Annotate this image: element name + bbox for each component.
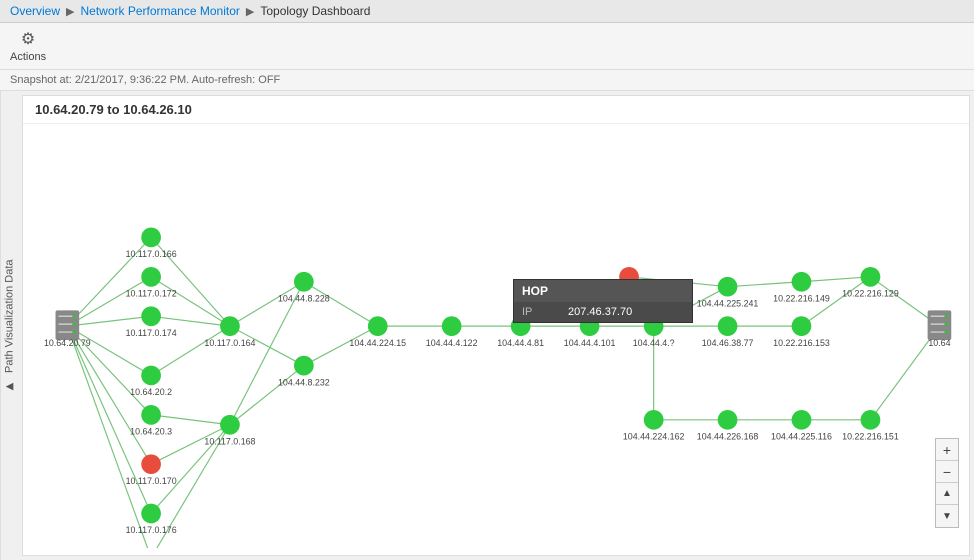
zoom-in-button[interactable]: +: [936, 439, 958, 461]
svg-text:104.44.224.162: 104.44.224.162: [623, 432, 685, 442]
node-n24[interactable]: 10.22.216.153: [773, 316, 830, 348]
breadcrumb-sep-1: ▶: [66, 5, 74, 18]
collapse-arrow[interactable]: ▶: [6, 381, 14, 392]
actions-button[interactable]: ⚙ Actions: [10, 29, 46, 63]
svg-text:104.44.225.241: 104.44.225.241: [697, 298, 759, 308]
svg-text:10.64.20.2: 10.64.20.2: [130, 387, 172, 397]
svg-text:104.44.225.116: 104.44.225.116: [771, 432, 832, 442]
node-n12[interactable]: 104.44.8.232: [278, 356, 330, 388]
breadcrumb-sep-2: ▶: [246, 5, 254, 18]
pan-up-button[interactable]: ▲: [936, 483, 958, 505]
snapshot-text: Snapshot at: 2/21/2017, 9:36:22 PM. Auto…: [10, 74, 280, 86]
node-n23[interactable]: 10.22.216.149: [773, 272, 830, 304]
svg-text:10.22.216.129: 10.22.216.129: [842, 289, 899, 299]
node-n21[interactable]: 104.46.38.77: [702, 316, 754, 348]
pan-down-button[interactable]: ▼: [936, 505, 958, 527]
node-n11[interactable]: 104.44.8.228: [278, 272, 330, 304]
svg-text:10.117.0.164: 10.117.0.164: [204, 338, 255, 348]
svg-text:10.64.20.79: 10.64.20.79: [44, 338, 91, 348]
node-n14[interactable]: 104.44.4.122: [426, 316, 478, 348]
node-n9[interactable]: 10.117.0.164: [204, 316, 255, 348]
node-n5[interactable]: 10.64.20.3: [130, 405, 172, 437]
side-panel-label[interactable]: ▶ Path Visualization Data: [0, 91, 18, 560]
actions-icon: ⚙: [21, 29, 35, 49]
hop-tooltip-ip-value: 207.46.37.70: [568, 306, 632, 318]
node-n20[interactable]: 104.44.225.241: [697, 277, 759, 309]
actions-label: Actions: [10, 51, 46, 63]
breadcrumb-topology: Topology Dashboard: [260, 4, 370, 18]
node-n26[interactable]: 10.22.216.129: [842, 267, 899, 299]
svg-text:10.22.216.149: 10.22.216.149: [773, 293, 830, 303]
node-n25[interactable]: 104.44.225.116: [771, 410, 832, 442]
breadcrumb-npm[interactable]: Network Performance Monitor: [80, 4, 239, 18]
node-n13[interactable]: 104.44.224.15: [349, 316, 406, 348]
svg-text:10.117.0.170: 10.117.0.170: [126, 476, 177, 486]
svg-text:10.22.216.151: 10.22.216.151: [842, 432, 899, 442]
main-content: ▶ Path Visualization Data 10.64.20.79 to…: [0, 91, 974, 560]
topology-svg: 10.64.20.79 10.117.0.166 10.117.0.172 10.11…: [23, 124, 969, 548]
svg-text:104.46.38.77: 104.46.38.77: [702, 338, 754, 348]
node-n22[interactable]: 104.44.226.168: [697, 410, 759, 442]
svg-text:104.44.224.15: 104.44.224.15: [349, 338, 406, 348]
svg-text:10.117.0.172: 10.117.0.172: [126, 289, 177, 299]
snapshot-bar: Snapshot at: 2/21/2017, 9:36:22 PM. Auto…: [0, 70, 974, 91]
svg-text:104.44.4.101: 104.44.4.101: [564, 338, 616, 348]
node-n6[interactable]: 10.117.0.170: [126, 454, 177, 486]
svg-text:10.117.0.174: 10.117.0.174: [126, 328, 177, 338]
svg-text:104.44.226.168: 104.44.226.168: [697, 432, 759, 442]
svg-text:104.44.8.228: 104.44.8.228: [278, 293, 330, 303]
node-n18[interactable]: 104.44.224.162: [623, 410, 685, 442]
toolbar: ⚙ Actions: [0, 23, 974, 70]
topology-panel: 10.64.20.79 to 10.64.26.10 10.64.20.7910…: [22, 95, 970, 556]
svg-text:10.22.216.153: 10.22.216.153: [773, 338, 830, 348]
svg-text:104.44.4.81: 104.44.4.81: [497, 338, 544, 348]
hop-tooltip-ip-row: IP 207.46.37.70: [514, 302, 692, 322]
hop-tooltip-ip-label: IP: [522, 306, 552, 318]
svg-text:10.117.0.168: 10.117.0.168: [204, 436, 255, 446]
node-n1[interactable]: 10.117.0.166: [126, 228, 177, 260]
hop-tooltip-header: HOP: [514, 280, 692, 302]
node-n3[interactable]: 10.117.0.174: [126, 306, 177, 338]
zoom-out-button[interactable]: −: [936, 461, 958, 483]
svg-text:104.44.8.232: 104.44.8.232: [278, 377, 330, 387]
svg-text:10.64: 10.64: [928, 338, 950, 348]
svg-text:104.44.4.122: 104.44.4.122: [426, 338, 478, 348]
panel-title: 10.64.20.79 to 10.64.26.10: [23, 96, 969, 124]
breadcrumb-overview[interactable]: Overview: [10, 4, 60, 18]
node-n4[interactable]: 10.64.20.2: [130, 366, 172, 398]
breadcrumb: Overview ▶ Network Performance Monitor ▶…: [0, 0, 974, 23]
node-n2[interactable]: 10.117.0.172: [126, 267, 177, 299]
path-visualization-label: Path Visualization Data: [4, 259, 16, 373]
svg-text:10.117.0.166: 10.117.0.166: [126, 249, 177, 259]
node-n27[interactable]: 10.22.216.151: [842, 410, 899, 442]
svg-text:10.117.0.176: 10.117.0.176: [126, 525, 177, 535]
hop-tooltip: HOP IP 207.46.37.70: [513, 279, 693, 323]
svg-text:10.64.20.3: 10.64.20.3: [130, 427, 172, 437]
topology-area: 10.64.20.79 10.117.0.166 10.117.0.172 10.11…: [23, 124, 969, 548]
node-n10[interactable]: 10.117.0.168: [204, 415, 255, 447]
node-n28[interactable]: 10.64: [928, 310, 952, 347]
zoom-controls: + − ▲ ▼: [935, 438, 959, 528]
svg-text:104.44.4.?: 104.44.4.?: [633, 338, 675, 348]
